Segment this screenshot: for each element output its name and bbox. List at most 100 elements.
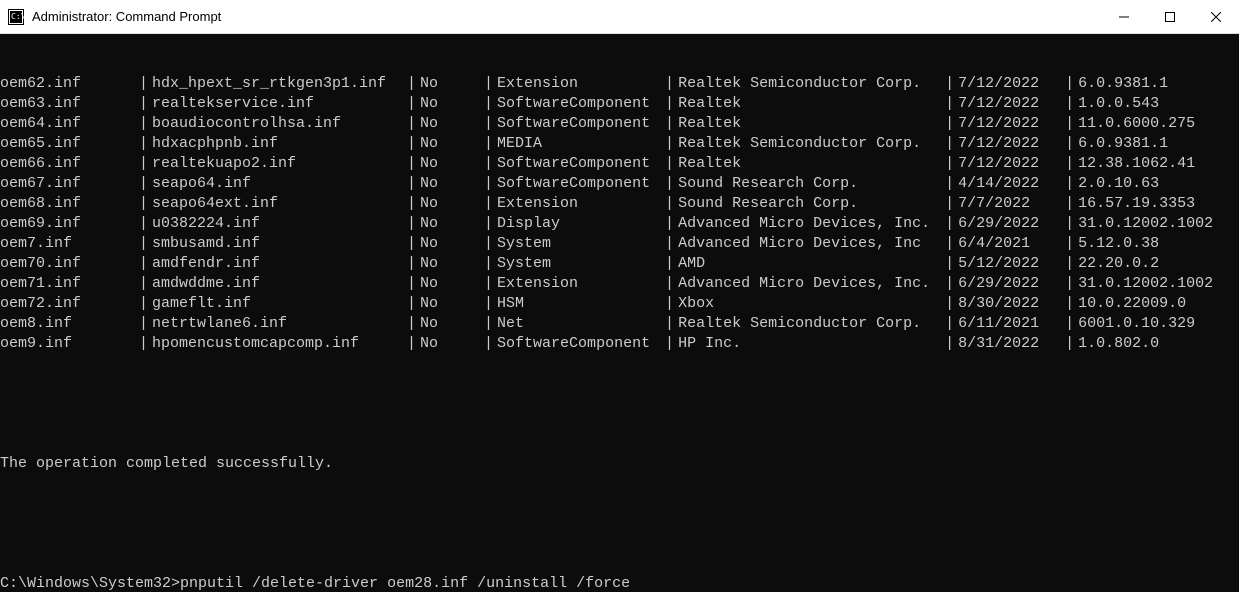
col-inbox: No	[420, 114, 480, 134]
col-file: netrtwlane6.inf	[152, 314, 403, 334]
column-separator: |	[403, 294, 420, 314]
col-inf: oem9.inf	[0, 334, 135, 354]
col-inbox: No	[420, 74, 480, 94]
column-separator: |	[1061, 254, 1078, 274]
column-separator: |	[661, 334, 678, 354]
col-inbox: No	[420, 94, 480, 114]
column-separator: |	[661, 94, 678, 114]
blank-line	[0, 394, 1239, 414]
close-button[interactable]	[1193, 0, 1239, 33]
col-file: hdxacphpnb.inf	[152, 134, 403, 154]
column-separator: |	[135, 154, 152, 174]
column-separator: |	[941, 214, 958, 234]
column-separator: |	[480, 274, 497, 294]
col-date: 6/29/2022	[958, 274, 1061, 294]
column-separator: |	[1061, 154, 1078, 174]
column-separator: |	[135, 314, 152, 334]
col-class: System	[497, 234, 661, 254]
col-vendor: HP Inc.	[678, 334, 941, 354]
col-inbox: No	[420, 214, 480, 234]
driver-row: oem68.inf|seapo64ext.inf|No|Extension|So…	[0, 194, 1239, 214]
column-separator: |	[941, 294, 958, 314]
column-separator: |	[1061, 94, 1078, 114]
col-vendor: Sound Research Corp.	[678, 174, 941, 194]
col-class: SoftwareComponent	[497, 174, 661, 194]
column-separator: |	[661, 294, 678, 314]
col-date: 7/12/2022	[958, 134, 1061, 154]
col-vendor: Advanced Micro Devices, Inc.	[678, 214, 941, 234]
column-separator: |	[661, 114, 678, 134]
col-inf: oem63.inf	[0, 94, 135, 114]
column-separator: |	[135, 134, 152, 154]
col-class: SoftwareComponent	[497, 334, 661, 354]
col-inf: oem7.inf	[0, 234, 135, 254]
col-inbox: No	[420, 274, 480, 294]
col-class: Net	[497, 314, 661, 334]
col-vendor: Realtek	[678, 114, 941, 134]
driver-row: oem66.inf|realtekuapo2.inf|No|SoftwareCo…	[0, 154, 1239, 174]
col-inbox: No	[420, 154, 480, 174]
col-date: 7/12/2022	[958, 154, 1061, 174]
column-separator: |	[1061, 294, 1078, 314]
col-class: SoftwareComponent	[497, 154, 661, 174]
minimize-button[interactable]	[1101, 0, 1147, 33]
col-version: 31.0.12002.1002	[1078, 214, 1239, 234]
column-separator: |	[480, 334, 497, 354]
blank-line	[0, 514, 1239, 534]
svg-text:C:\: C:\	[11, 12, 24, 21]
prompt-path: C:\Windows\System32>	[0, 575, 180, 592]
prompt-line: C:\Windows\System32>pnputil /delete-driv…	[0, 574, 1239, 592]
col-class: SoftwareComponent	[497, 114, 661, 134]
col-file: gameflt.inf	[152, 294, 403, 314]
column-separator: |	[941, 154, 958, 174]
col-vendor: Realtek	[678, 154, 941, 174]
col-version: 6.0.9381.1	[1078, 134, 1239, 154]
column-separator: |	[403, 194, 420, 214]
maximize-button[interactable]	[1147, 0, 1193, 33]
column-separator: |	[1061, 334, 1078, 354]
cmd-icon: C:\	[8, 9, 24, 25]
column-separator: |	[135, 194, 152, 214]
column-separator: |	[403, 174, 420, 194]
col-file: realtekuapo2.inf	[152, 154, 403, 174]
column-separator: |	[403, 134, 420, 154]
driver-row: oem65.inf|hdxacphpnb.inf|No|MEDIA|Realte…	[0, 134, 1239, 154]
column-separator: |	[135, 114, 152, 134]
column-separator: |	[1061, 274, 1078, 294]
col-date: 7/12/2022	[958, 94, 1061, 114]
col-version: 5.12.0.38	[1078, 234, 1239, 254]
col-date: 8/31/2022	[958, 334, 1061, 354]
column-separator: |	[661, 194, 678, 214]
col-file: smbusamd.inf	[152, 234, 403, 254]
col-vendor: Realtek	[678, 94, 941, 114]
column-separator: |	[661, 134, 678, 154]
driver-row: oem63.inf|realtekservice.inf|No|Software…	[0, 94, 1239, 114]
col-inbox: No	[420, 174, 480, 194]
col-inf: oem71.inf	[0, 274, 135, 294]
col-version: 1.0.0.543	[1078, 94, 1239, 114]
column-separator: |	[661, 214, 678, 234]
col-inf: oem64.inf	[0, 114, 135, 134]
col-date: 5/12/2022	[958, 254, 1061, 274]
col-version: 31.0.12002.1002	[1078, 274, 1239, 294]
col-version: 12.38.1062.41	[1078, 154, 1239, 174]
col-inf: oem66.inf	[0, 154, 135, 174]
column-separator: |	[403, 234, 420, 254]
col-vendor: Realtek Semiconductor Corp.	[678, 134, 941, 154]
col-inf: oem62.inf	[0, 74, 135, 94]
col-inf: oem8.inf	[0, 314, 135, 334]
driver-row: oem67.inf|seapo64.inf|No|SoftwareCompone…	[0, 174, 1239, 194]
console-output[interactable]: oem62.inf|hdx_hpext_sr_rtkgen3p1.inf|No|…	[0, 34, 1239, 592]
driver-row: oem64.inf|boaudiocontrolhsa.inf|No|Softw…	[0, 114, 1239, 134]
col-file: seapo64.inf	[152, 174, 403, 194]
column-separator: |	[661, 154, 678, 174]
window-title: Administrator: Command Prompt	[32, 9, 1101, 24]
col-class: Display	[497, 214, 661, 234]
driver-row: oem71.inf|amdwddme.inf|No|Extension|Adva…	[0, 274, 1239, 294]
col-version: 6.0.9381.1	[1078, 74, 1239, 94]
col-version: 2.0.10.63	[1078, 174, 1239, 194]
column-separator: |	[403, 94, 420, 114]
driver-row: oem72.inf|gameflt.inf|No|HSM|Xbox|8/30/2…	[0, 294, 1239, 314]
column-separator: |	[941, 234, 958, 254]
command-input[interactable]: pnputil /delete-driver oem28.inf /uninst…	[180, 575, 630, 592]
